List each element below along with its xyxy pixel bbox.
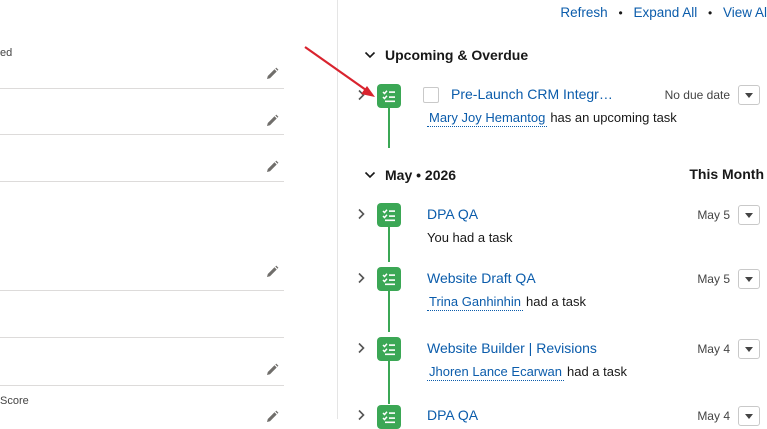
task-menu-button[interactable] [738,269,760,289]
section-title: Upcoming & Overdue [385,47,529,63]
task-icon [377,203,401,227]
field-row [0,134,284,182]
task-summary: Mary Joy Hemantog has an upcoming task [427,110,677,127]
upcoming-section-header[interactable]: Upcoming & Overdue [364,45,528,65]
field-row [0,337,284,386]
timeline-line [388,108,390,148]
field-row [0,290,284,338]
dropdown-caret-icon [745,277,753,282]
timeline-line [388,291,390,332]
chevron-right-icon[interactable] [355,89,367,101]
task-title-link[interactable]: DPA QA [427,407,478,423]
field-row [0,60,284,89]
timeline-line [388,227,390,262]
task-summary: Jhoren Lance Ecarwan had a task [427,364,627,381]
task-menu-button[interactable] [738,85,760,105]
task-summary: Trina Ganhinhin had a task [427,294,587,311]
chevron-down-icon [364,171,376,179]
view-all-link[interactable]: View Al [723,5,767,20]
edit-pencil-icon[interactable] [265,160,279,174]
chevron-right-icon[interactable] [355,409,367,421]
edit-pencil-icon[interactable] [265,67,279,81]
assignee-link[interactable]: Jhoren Lance Ecarwan [427,364,564,381]
edit-pencil-icon[interactable] [265,265,279,279]
task-due-date: May 5 [697,208,730,222]
task-title-link[interactable]: Website Builder | Revisions [427,340,597,356]
dropdown-caret-icon [745,213,753,218]
task-menu-button[interactable] [738,205,760,225]
field-row [0,88,284,135]
refresh-link[interactable]: Refresh [560,5,607,20]
task-summary-text: had a task [526,294,587,309]
separator-dot: • [708,6,713,20]
chevron-right-icon[interactable] [355,272,367,284]
this-month-label: This Month [689,166,764,182]
task-summary-text: had a task [566,364,627,379]
task-due-date: May 4 [697,342,730,356]
assignee-link[interactable]: Mary Joy Hemantog [427,110,548,127]
edit-pencil-icon[interactable] [265,114,279,128]
task-title-link[interactable]: DPA QA [427,206,478,222]
record-detail-panel: ed Score [0,0,338,422]
chevron-down-icon [364,51,376,59]
dropdown-caret-icon [745,93,753,98]
task-icon [377,267,401,291]
separator-dot: • [618,6,623,20]
task-summary-text: You had a task [427,230,513,245]
dropdown-caret-icon [745,414,753,419]
task-title-link[interactable]: Pre-Launch CRM Integra... [451,86,616,102]
chevron-right-icon[interactable] [355,342,367,354]
dropdown-caret-icon [745,347,753,352]
section-title: May • 2026 [385,167,457,183]
task-icon [377,405,401,429]
task-menu-button[interactable] [738,339,760,359]
task-menu-button[interactable] [738,406,760,426]
month-section-header[interactable]: May • 2026 [364,165,456,185]
edit-pencil-icon[interactable] [265,410,279,424]
assignee-link[interactable]: Trina Ganhinhin [427,294,524,311]
task-due-date: No due date [664,88,730,102]
chevron-right-icon[interactable] [355,208,367,220]
task-due-date: May 5 [697,272,730,286]
task-icon [377,337,401,361]
activity-toolbar: Refresh • Expand All • View Al [560,5,767,20]
field-label: Score [0,395,29,407]
task-title-link[interactable]: Website Draft QA [427,270,536,286]
field-label: ed [0,47,13,59]
task-summary-text: has an upcoming task [550,110,677,125]
edit-pencil-icon[interactable] [265,363,279,377]
task-icon [377,84,401,108]
task-complete-checkbox[interactable] [423,87,439,103]
timeline-line [388,361,390,404]
task-due-date: May 4 [697,409,730,423]
expand-all-link[interactable]: Expand All [633,5,697,20]
field-row [0,181,284,291]
